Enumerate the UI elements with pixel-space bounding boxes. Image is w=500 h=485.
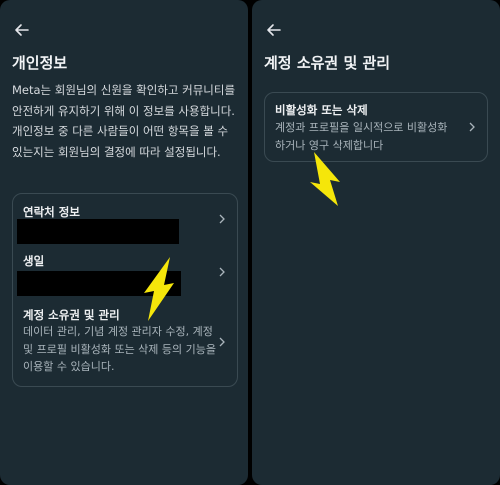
contact-info-item[interactable]: 연락처 정보 (13, 194, 237, 246)
page-title: 계정 소유권 및 관리 (264, 54, 391, 72)
birthday-item[interactable]: 생일 (13, 246, 237, 300)
item-title: 비활성화 또는 삭제 (275, 103, 368, 117)
back-arrow-icon[interactable] (12, 20, 32, 40)
item-title: 계정 소유권 및 관리 (23, 308, 120, 322)
settings-card: 연락처 정보 생일 계정 소유권 및 관리 데이터 관리, 기념 계정 관리자 … (12, 193, 238, 387)
deactivate-delete-item[interactable]: 비활성화 또는 삭제 계정과 프로필을 일시적으로 비활성화하거나 영구 삭제합… (265, 93, 487, 161)
settings-card: 비활성화 또는 삭제 계정과 프로필을 일시적으로 비활성화하거나 영구 삭제합… (264, 92, 488, 162)
page-title: 개인정보 (12, 54, 68, 72)
back-arrow-icon[interactable] (264, 20, 284, 40)
item-subtitle: 데이터 관리, 기념 계정 관리자 수정, 계정 및 프로필 비활성화 또는 삭… (23, 325, 217, 373)
chevron-right-icon (469, 122, 475, 132)
chevron-right-icon (219, 214, 225, 224)
account-ownership-item[interactable]: 계정 소유권 및 관리 데이터 관리, 기념 계정 관리자 수정, 계정 및 프… (13, 300, 237, 386)
page-description: Meta는 회원님의 신원을 확인하고 커뮤니티를 안전하게 유지하기 위해 이… (12, 83, 236, 159)
redacted-block (17, 219, 179, 244)
chevron-right-icon (219, 267, 225, 277)
account-ownership-panel: 계정 소유권 및 관리 비활성화 또는 삭제 계정과 프로필을 일시적으로 비활… (252, 0, 500, 485)
personal-info-panel: 개인정보 Meta는 회원님의 신원을 확인하고 커뮤니티를 안전하게 유지하기… (0, 0, 248, 485)
annotation-arrow-icon (144, 257, 174, 321)
item-title: 연락처 정보 (23, 205, 80, 219)
chevron-right-icon (219, 337, 225, 347)
item-title: 생일 (23, 254, 45, 268)
annotation-arrow-icon (310, 152, 340, 206)
